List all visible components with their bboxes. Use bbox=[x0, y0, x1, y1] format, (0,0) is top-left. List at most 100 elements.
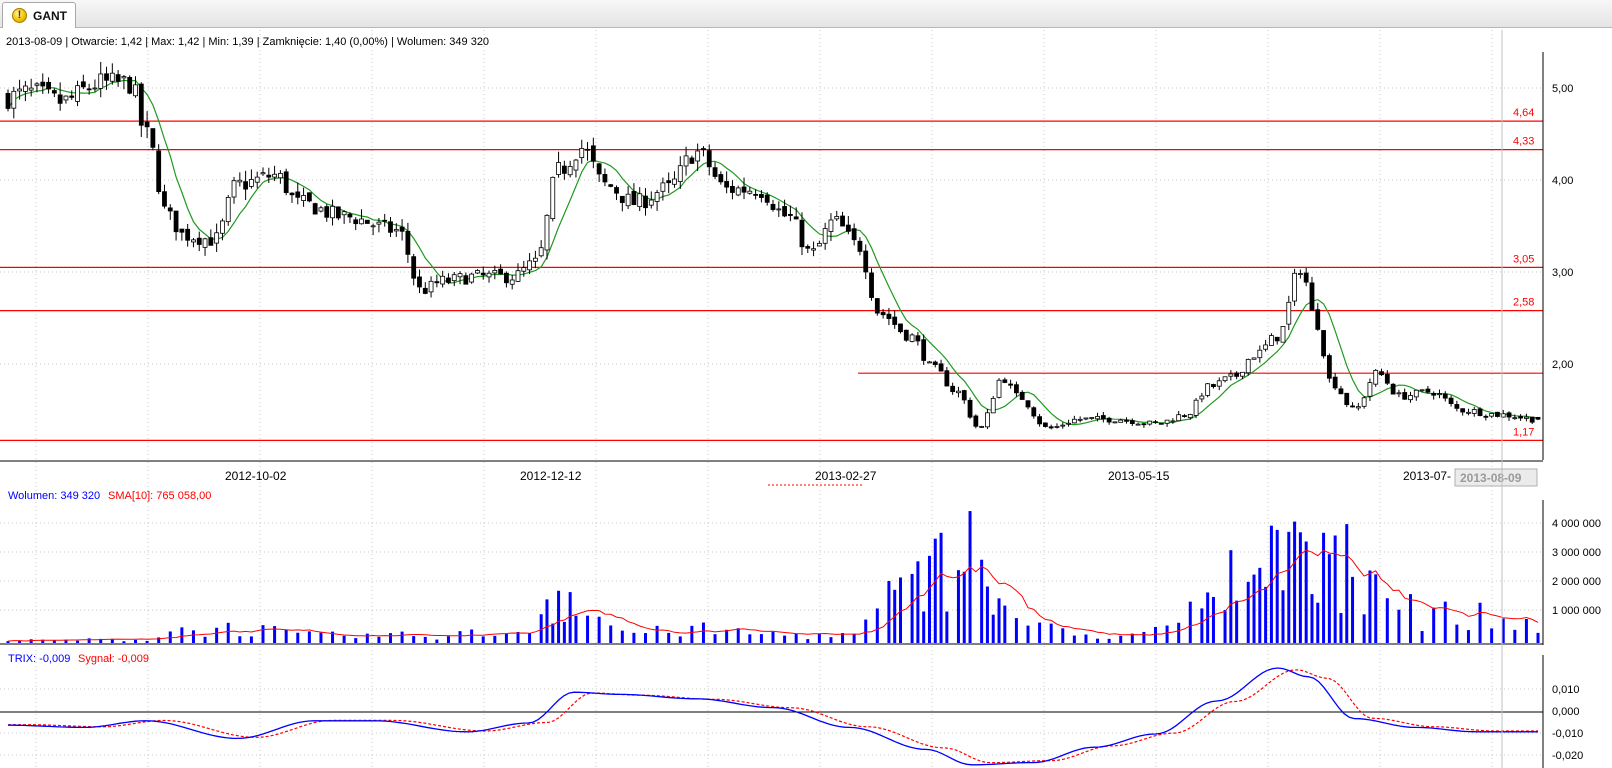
volume-sma-legend: SMA[10]: 765 058,00 bbox=[108, 490, 211, 502]
candle-143 bbox=[834, 210, 840, 221]
candle-78 bbox=[457, 271, 463, 285]
volume-bar-262 bbox=[1524, 618, 1528, 643]
candle-55 bbox=[324, 204, 330, 222]
candle-76 bbox=[446, 273, 451, 285]
cursor-date-label: 2013-08-09 bbox=[1460, 471, 1522, 485]
candle-167 bbox=[973, 414, 979, 429]
volume-bar-212 bbox=[1235, 600, 1239, 643]
candle-214 bbox=[1245, 358, 1251, 376]
candle-250 bbox=[1454, 400, 1460, 412]
volume-bar-254 bbox=[1478, 602, 1482, 643]
candle-90 bbox=[527, 253, 532, 275]
volume-bar-42 bbox=[249, 636, 253, 643]
candle-251 bbox=[1460, 408, 1466, 416]
volume-bar-58 bbox=[342, 635, 346, 643]
candle-88 bbox=[515, 263, 521, 282]
volume-bar-190 bbox=[1107, 638, 1111, 643]
volume-bar-230 bbox=[1339, 613, 1343, 643]
candle-91 bbox=[532, 250, 538, 269]
volume-bar-226 bbox=[1316, 602, 1320, 643]
candle-98 bbox=[573, 158, 579, 178]
tab-gant[interactable]: ! GANT bbox=[2, 2, 76, 28]
candle-216 bbox=[1257, 345, 1263, 363]
candle-29 bbox=[173, 210, 179, 241]
candle-161 bbox=[938, 359, 944, 372]
volume-bar-223 bbox=[1298, 532, 1302, 643]
candle-32 bbox=[191, 237, 196, 248]
candle-166 bbox=[967, 397, 973, 419]
volume-bar-34 bbox=[203, 636, 207, 643]
candle-82 bbox=[480, 266, 486, 280]
volume-bar-232 bbox=[1351, 576, 1355, 643]
candle-232 bbox=[1350, 402, 1355, 408]
volume-bar-68 bbox=[400, 631, 404, 643]
candle-49 bbox=[289, 192, 295, 203]
candle-15 bbox=[92, 79, 98, 92]
candle-243 bbox=[1413, 389, 1419, 401]
volume-bar-126 bbox=[736, 628, 740, 643]
grid bbox=[0, 30, 1543, 768]
candle-40 bbox=[237, 172, 243, 187]
x-tick-2013-02-27: 2013-02-27 bbox=[815, 469, 877, 483]
volume-bar-242 bbox=[1409, 594, 1412, 643]
volume-bar-62 bbox=[365, 633, 369, 643]
chart-area[interactable]: 2013-08-09 | Otwarcie: 1,42 | Max: 1,42 … bbox=[0, 28, 1612, 768]
candle-25 bbox=[150, 128, 156, 151]
candle-179 bbox=[1042, 422, 1048, 428]
x-tick-2013-07: 2013-07- bbox=[1403, 469, 1451, 483]
volume-bar-52 bbox=[307, 631, 311, 643]
candle-13 bbox=[80, 74, 86, 90]
candle-198 bbox=[1153, 420, 1158, 424]
volume-bar-222 bbox=[1293, 521, 1297, 643]
candle-206 bbox=[1199, 392, 1205, 403]
candle-215 bbox=[1251, 357, 1257, 360]
candle-72 bbox=[422, 282, 428, 295]
candle-159 bbox=[927, 360, 932, 364]
candle-157 bbox=[915, 331, 921, 346]
candle-141 bbox=[822, 222, 828, 250]
trix-tick-minus-0-020: -0,020 bbox=[1552, 750, 1583, 762]
candle-124 bbox=[724, 171, 730, 194]
volume-bar-72 bbox=[423, 636, 427, 643]
candle-158 bbox=[921, 334, 927, 365]
candle-120 bbox=[701, 146, 706, 157]
volume-bar-188 bbox=[1096, 638, 1100, 643]
candle-47 bbox=[277, 170, 283, 184]
volume-bar-114 bbox=[667, 632, 671, 643]
candle-86 bbox=[504, 271, 509, 288]
candle-180 bbox=[1048, 424, 1054, 430]
volume-bar-38 bbox=[226, 622, 230, 643]
x-tick-2012-10-02: 2012-10-02 bbox=[225, 469, 287, 483]
volume-bar-88 bbox=[516, 631, 520, 643]
candle-77 bbox=[451, 271, 457, 287]
candle-225 bbox=[1309, 276, 1315, 311]
candle-153 bbox=[892, 310, 898, 329]
candle-112 bbox=[654, 189, 660, 211]
volume-legend: Wolumen: 349 320 bbox=[8, 490, 100, 502]
trix-line bbox=[8, 667, 1538, 766]
volume-bar-176 bbox=[1026, 625, 1030, 643]
candle-8 bbox=[51, 88, 57, 98]
volume-bar-180 bbox=[1049, 623, 1053, 643]
volume-bar-206 bbox=[1200, 608, 1204, 643]
candle-108 bbox=[631, 183, 637, 205]
candle-53 bbox=[312, 202, 318, 215]
volume-bar-184 bbox=[1072, 635, 1076, 643]
candle-199 bbox=[1158, 422, 1164, 425]
candle-132 bbox=[770, 199, 776, 212]
volume-bar-118 bbox=[690, 625, 694, 643]
candle-139 bbox=[811, 241, 816, 257]
volume-bar-178 bbox=[1038, 622, 1042, 643]
candle-210 bbox=[1222, 376, 1228, 383]
volume-bar-208 bbox=[1211, 596, 1215, 643]
volume-bar-240 bbox=[1397, 609, 1401, 643]
candles bbox=[5, 61, 1541, 430]
candle-104 bbox=[608, 183, 614, 188]
candle-106 bbox=[619, 195, 625, 212]
candle-150 bbox=[874, 298, 880, 316]
volume-bar-70 bbox=[412, 636, 416, 643]
volume-bar-170 bbox=[991, 614, 995, 643]
candle-221 bbox=[1286, 295, 1292, 331]
candle-149 bbox=[869, 268, 874, 301]
volume-bar-182 bbox=[1061, 628, 1065, 643]
